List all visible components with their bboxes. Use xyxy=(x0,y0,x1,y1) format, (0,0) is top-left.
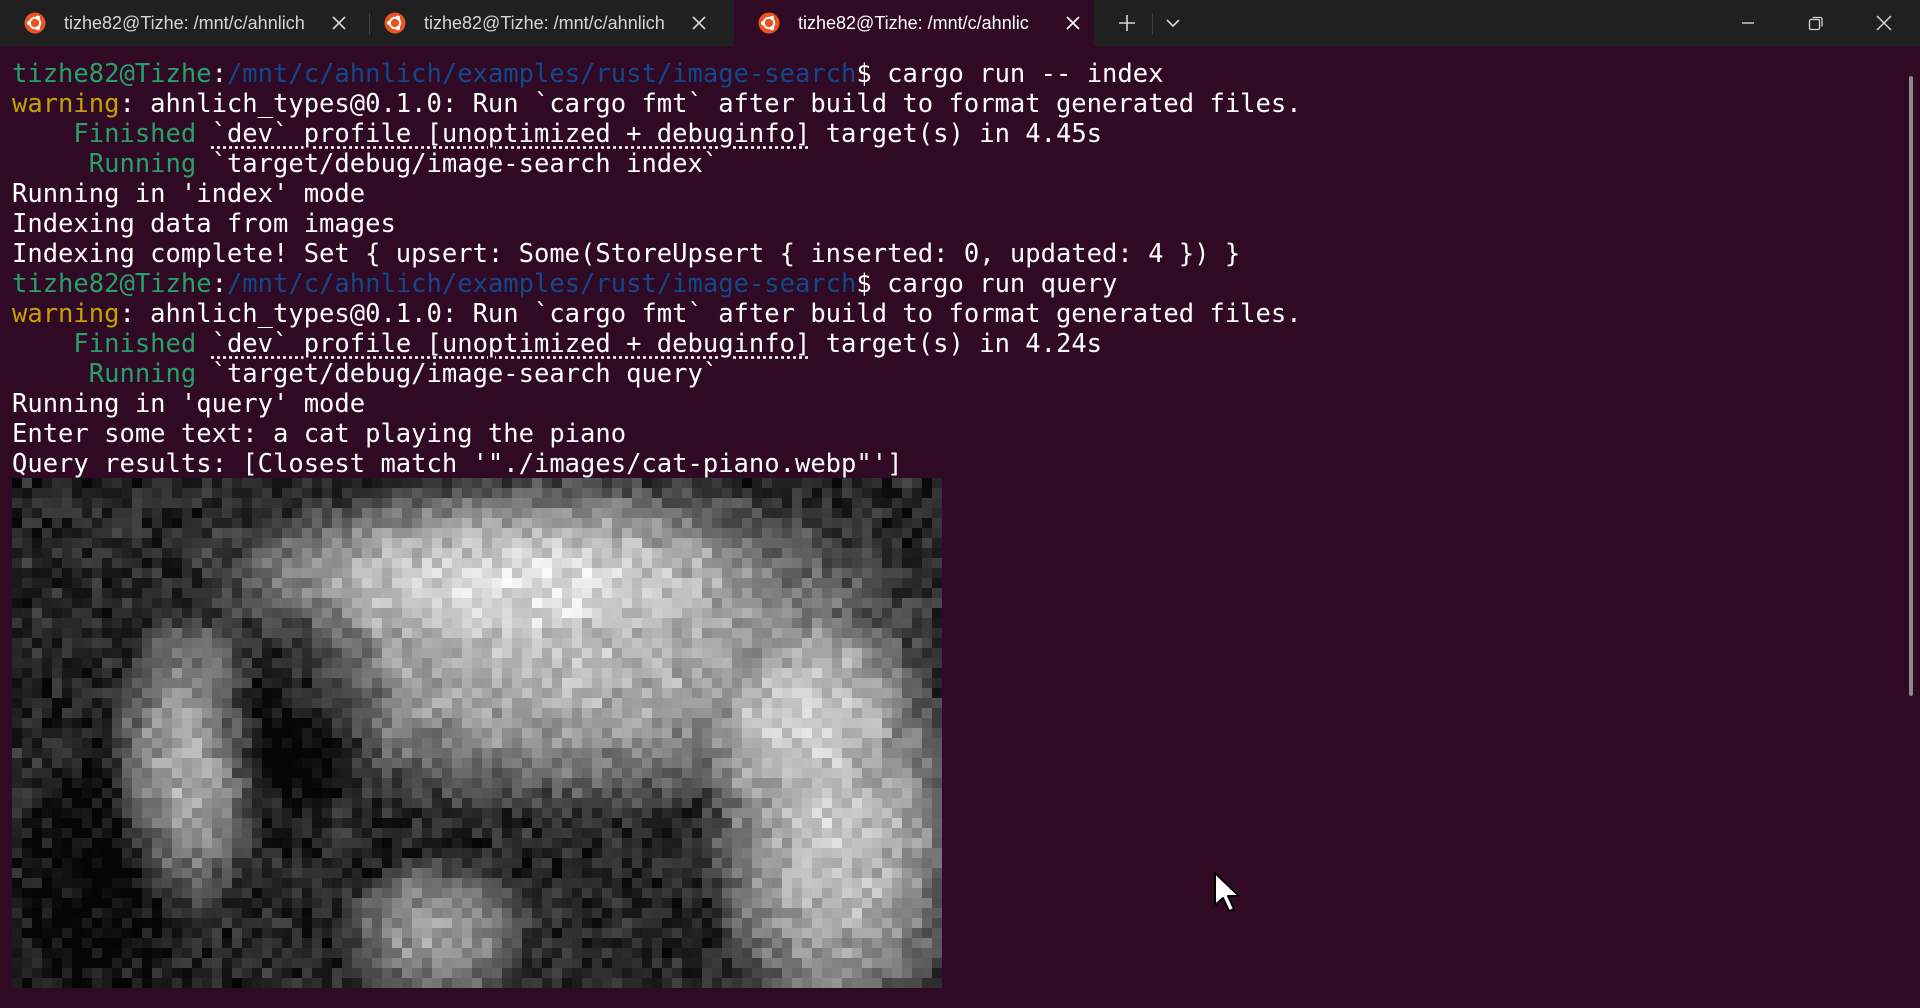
window-close-button[interactable] xyxy=(1850,0,1918,46)
terminal-output[interactable]: tizhe82@Tizhe:/mnt/c/ahnlich/examples/ru… xyxy=(0,46,1920,1008)
prompt-path: /mnt/c/ahnlich/examples/rust/image-searc… xyxy=(226,269,857,299)
finished-text: target(s) in 4.24s xyxy=(810,329,1103,359)
tab-3-active[interactable]: tizhe82@Tizhe: /mnt/c/ahnlic xyxy=(734,0,1094,46)
ubuntu-icon xyxy=(24,12,46,34)
warning-line: warning: ahnlich_types@0.1.0: Run `cargo… xyxy=(12,299,1302,329)
finished-label: Finished xyxy=(12,329,197,359)
prompt-line: tizhe82@Tizhe:/mnt/c/ahnlich/examples/ru… xyxy=(12,59,1163,89)
running-label: Running xyxy=(12,149,197,179)
output-line: Running in 'index' mode xyxy=(12,179,366,209)
running-line: Running `target/debug/image-search index… xyxy=(12,149,718,179)
close-icon[interactable] xyxy=(1062,12,1084,34)
tab-title: tizhe82@Tizhe: /mnt/c/ahnlic xyxy=(798,13,1029,33)
minimize-button[interactable] xyxy=(1714,0,1782,46)
query-result-line: Query results: [Closest match '"./images… xyxy=(12,449,903,479)
new-tab-button[interactable] xyxy=(1104,0,1150,46)
warning-label: warning xyxy=(12,299,120,329)
close-icon[interactable] xyxy=(688,12,710,34)
warning-text: : ahnlich_types@0.1.0: Run `cargo fmt` a… xyxy=(119,299,1302,329)
finished-label: Finished xyxy=(12,119,197,149)
tab-1[interactable]: tizhe82@Tizhe: /mnt/c/ahnlich xyxy=(0,0,368,46)
prompt-separator: : xyxy=(211,269,227,299)
restore-icon xyxy=(1808,16,1823,31)
running-line: Running `target/debug/image-search query… xyxy=(12,359,718,389)
profile-text: `dev` profile [unoptimized + debuginfo] xyxy=(211,119,811,149)
minimize-icon xyxy=(1742,22,1754,24)
tab-dropdown-button[interactable] xyxy=(1150,0,1196,46)
running-label: Running xyxy=(12,359,197,389)
output-line: Running in 'query' mode xyxy=(12,389,366,419)
output-line: Indexing complete! Set { upsert: Some(St… xyxy=(12,239,1241,269)
finished-text: target(s) in 4.45s xyxy=(810,119,1103,149)
profile-text: `dev` profile [unoptimized + debuginfo] xyxy=(211,329,811,359)
output-line: Enter some text: a cat playing the piano xyxy=(12,419,627,449)
scrollbar[interactable] xyxy=(1909,76,1913,696)
tab-title: tizhe82@Tizhe: /mnt/c/ahnlich xyxy=(424,13,665,33)
warning-label: warning xyxy=(12,89,120,119)
ubuntu-icon xyxy=(384,12,406,34)
chevron-down-icon xyxy=(1166,19,1180,28)
mouse-cursor-icon xyxy=(1214,872,1240,912)
warning-text: : ahnlich_types@0.1.0: Run `cargo fmt` a… xyxy=(119,89,1302,119)
prompt-user: tizhe82@Tizhe xyxy=(12,59,212,89)
command-text: cargo run query xyxy=(871,269,1118,299)
prompt-separator: : xyxy=(211,59,227,89)
prompt-path: /mnt/c/ahnlich/examples/rust/image-searc… xyxy=(226,59,857,89)
output-line: Indexing data from images xyxy=(12,209,396,239)
title-bar: tizhe82@Tizhe: /mnt/c/ahnlich tizhe82@Ti… xyxy=(0,0,1920,46)
finished-line: Finished `dev` profile [unoptimized + de… xyxy=(12,329,1102,359)
finished-line: Finished `dev` profile [unoptimized + de… xyxy=(12,119,1102,149)
prompt-user: tizhe82@Tizhe xyxy=(12,269,212,299)
close-icon xyxy=(1876,15,1892,31)
prompt-dollar: $ xyxy=(856,269,872,299)
running-text: `target/debug/image-search query` xyxy=(196,359,719,389)
restore-button[interactable] xyxy=(1782,0,1850,46)
result-image-cat-piano xyxy=(12,478,942,988)
running-text: `target/debug/image-search index` xyxy=(196,149,719,179)
ubuntu-icon xyxy=(758,12,780,34)
close-icon[interactable] xyxy=(328,12,350,34)
tab-2[interactable]: tizhe82@Tizhe: /mnt/c/ahnlich xyxy=(360,0,728,46)
prompt-line: tizhe82@Tizhe:/mnt/c/ahnlich/examples/ru… xyxy=(12,269,1117,299)
warning-line: warning: ahnlich_types@0.1.0: Run `cargo… xyxy=(12,89,1302,119)
plus-icon xyxy=(1119,15,1135,31)
tab-title: tizhe82@Tizhe: /mnt/c/ahnlich xyxy=(64,13,305,33)
prompt-dollar: $ xyxy=(856,59,872,89)
command-text: cargo run -- index xyxy=(871,59,1164,89)
